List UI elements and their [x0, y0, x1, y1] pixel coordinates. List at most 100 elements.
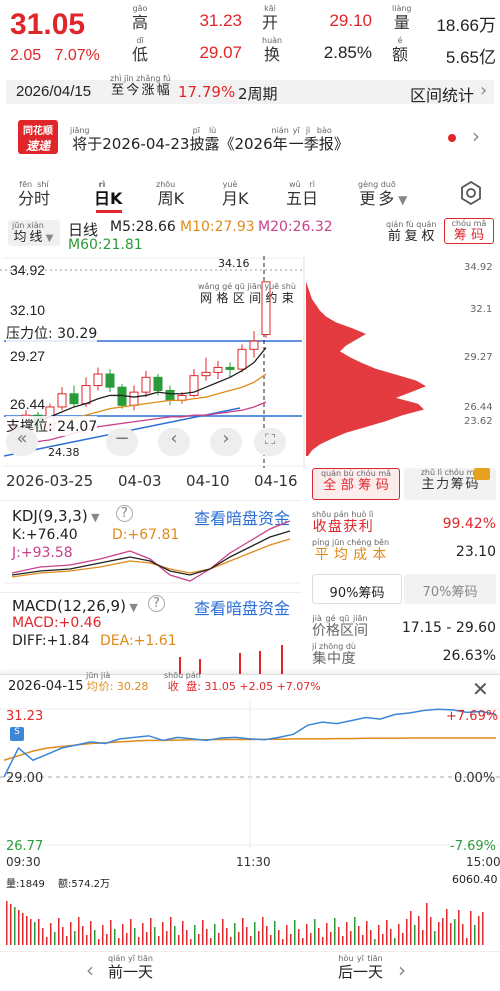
grid-constraint-label: 网格区间约束wǎng gé qū jiān yuē shù: [198, 282, 296, 305]
open-label: 开kāi: [262, 4, 279, 32]
volume-bar: [90, 921, 92, 945]
interval-bar[interactable]: 2026/04/15 至今涨幅zhì jīn zhǎng fú 17.79% 2…: [6, 74, 494, 106]
adjust-dropdown[interactable]: 前复权qián fù quán: [386, 220, 436, 244]
chevron-left-icon[interactable]: ‹: [158, 428, 190, 456]
volume-bar: [382, 934, 384, 945]
candle-body: [81, 385, 91, 405]
tab-all-chips[interactable]: 全部筹码quán bù chóu mǎ: [312, 468, 400, 500]
volume-bar: [94, 930, 96, 945]
ma60-value: M60:21.81: [68, 237, 143, 253]
tab-five-day[interactable]: 五日wǔ rì: [286, 180, 318, 209]
volume-bar: [154, 927, 156, 945]
prev-day-button[interactable]: 前一天qián yī tiān: [108, 954, 153, 982]
volume-bar: [42, 928, 44, 945]
ma20-value: M20:26.32: [258, 219, 333, 235]
gain-value: 17.79%: [178, 83, 236, 101]
fullscreen-icon[interactable]: ⛶: [254, 428, 286, 456]
tab-daily-k[interactable]: 日rìK: [94, 180, 122, 213]
volume-bar: [378, 925, 380, 945]
y-axis-label: 26.44: [10, 396, 46, 412]
low-label: 低dī: [132, 36, 149, 64]
chevron-right-icon[interactable]: ›: [210, 428, 242, 456]
chevron-right-icon: ›: [480, 80, 488, 101]
ma5-value: M5:28.66: [110, 219, 176, 235]
volume-bar: [334, 918, 336, 945]
tab-weekly-k[interactable]: 周zhōuK: [156, 180, 184, 209]
tab-70-chips[interactable]: 70%筹码: [404, 574, 496, 604]
macd-panel: MACD(12,26,9) ▼ ? 查看暗盘资金 MACD:+0.46 DIFF…: [0, 592, 302, 675]
volume-bar: [230, 937, 232, 945]
volume-bar: [46, 937, 48, 945]
volume-bar: [10, 904, 12, 945]
tab-intraday[interactable]: 分时fēn shí: [18, 180, 50, 209]
volume-bar: [50, 923, 52, 945]
volume-bar: [86, 935, 88, 945]
pct-mid: 0.00%: [454, 771, 496, 786]
volume-bar: [74, 931, 76, 945]
volume-bar: [206, 929, 208, 945]
pct-top: +7.69%: [446, 709, 499, 724]
volume-bar: [26, 916, 28, 945]
candle-body: [213, 366, 223, 373]
volume-bar: [142, 923, 144, 945]
chips-toggle-button[interactable]: 筹码chóu mǎ: [444, 218, 494, 244]
zoom-out-icon[interactable]: «: [6, 428, 38, 456]
indicator-toolbar: 均线jūn xiàn ▼ 日线 M5:28.66 M10:27.93 M20:2…: [0, 216, 500, 256]
volume-bar: [306, 924, 308, 945]
candle-body: [93, 373, 103, 387]
kline-chart[interactable]: 34.92 32.10 29.27 26.44 34.92 32.1 29.27…: [0, 256, 500, 468]
volume-bar: [246, 927, 248, 945]
volume-bar: [78, 917, 80, 945]
volume-bar: [126, 933, 128, 945]
high-label: 高gāo: [132, 4, 149, 32]
volume-bar: [346, 922, 348, 945]
volume-bar: [270, 935, 272, 945]
y-axis-right-label: 23.62: [464, 416, 493, 427]
open-value: 29.10: [329, 11, 372, 30]
minus-icon[interactable]: −: [106, 428, 138, 456]
volume-bar: [454, 919, 456, 945]
ma-type-dropdown[interactable]: 均线jūn xiàn ▼: [8, 220, 60, 246]
volume-bar: [466, 938, 468, 945]
volume-bar: [462, 924, 464, 945]
tab-monthly-k[interactable]: 月yuèK: [222, 180, 249, 209]
close-icon[interactable]: ✕: [472, 677, 489, 701]
candle-body: [153, 376, 163, 391]
volume-bar: [338, 927, 340, 945]
volume-bar: [82, 926, 84, 945]
date-axis: 2026-03-25 04-03 04-10 04-16: [0, 470, 302, 492]
volume-bar: [398, 924, 400, 945]
next-day-button[interactable]: 后一天hòu yī tiān: [338, 954, 383, 982]
time-end: 15:00: [466, 855, 500, 869]
volume-bar: [470, 911, 472, 945]
chevron-right-icon: ›: [398, 958, 406, 982]
volume-bar: [58, 918, 60, 945]
settings-gear-icon[interactable]: [458, 180, 484, 210]
volume-bar: [146, 932, 148, 945]
minute-volume-bars: [6, 901, 484, 945]
volume-bar: [358, 926, 360, 945]
tab-90-chips[interactable]: 90%筹码: [312, 574, 402, 604]
volume-readout: 量:1849: [6, 879, 45, 890]
volume-bar: [202, 920, 204, 945]
volume-value: 18.66万: [436, 16, 496, 35]
volume-bar: [198, 934, 200, 945]
volume-bar: [262, 917, 264, 945]
volume-bar: [374, 939, 376, 945]
time-mid: 11:30: [236, 855, 271, 869]
volume-bar: [190, 939, 192, 945]
range-stats-button[interactable]: 区间统计: [410, 82, 474, 106]
volume-bar: [174, 926, 176, 945]
volume-bar: [186, 930, 188, 945]
date-tick: 04-03: [118, 472, 162, 490]
candle-body: [69, 393, 79, 405]
volume-bar: [14, 907, 16, 945]
news-banner[interactable]: 同花顺 速递 将jiāng于2026-04-23披露pī lù《2026年niá…: [0, 118, 500, 158]
candle-body: [225, 366, 235, 370]
volume-bar: [106, 934, 108, 945]
tab-more[interactable]: 更多gèng duō ▼: [358, 180, 407, 209]
volume-bar: [330, 932, 332, 945]
volume-bar: [286, 925, 288, 945]
y-axis-right-label: 32.1: [470, 304, 493, 315]
volume-bar: [122, 924, 124, 945]
